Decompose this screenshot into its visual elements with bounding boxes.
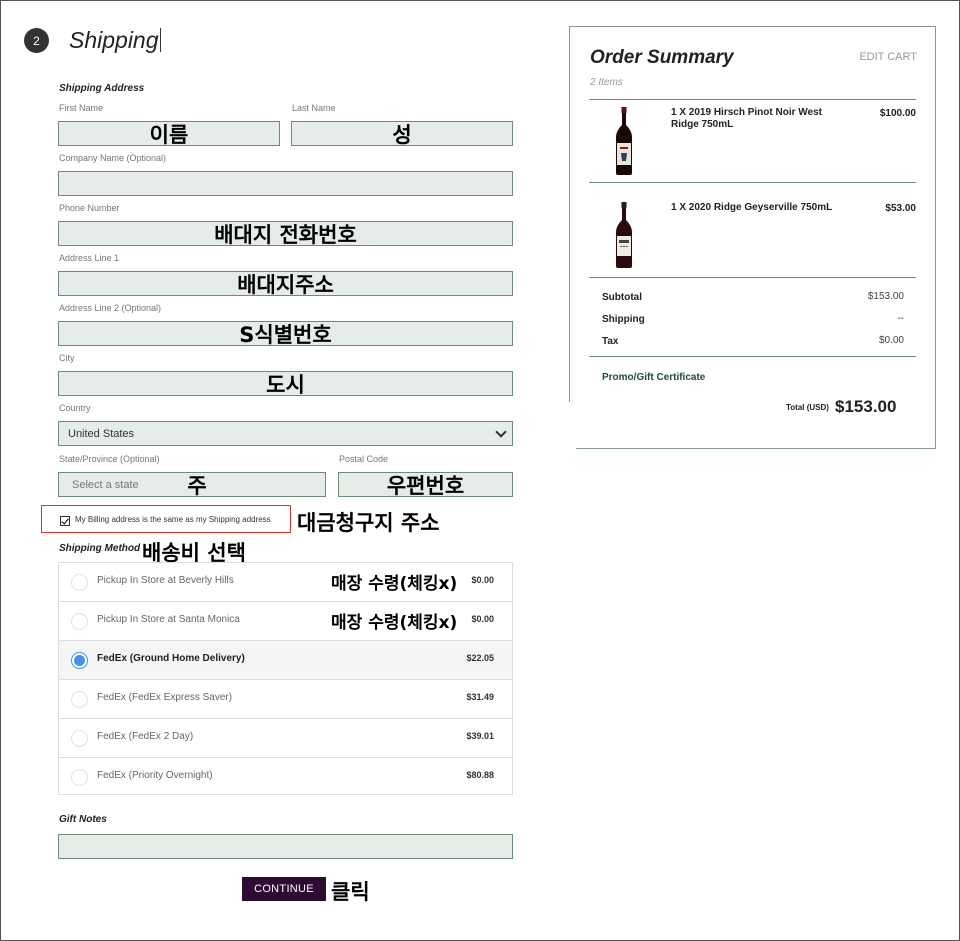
shipping-address-heading: Shipping Address — [59, 83, 145, 94]
radio-button[interactable] — [71, 769, 88, 786]
step-number-badge: 2 — [24, 28, 49, 53]
first-name-annotation: 이름 — [149, 122, 189, 147]
company-label: Company Name (Optional) — [59, 153, 167, 163]
billing-same-checkbox[interactable] — [60, 516, 70, 526]
phone-field[interactable]: 배대지 전화번호 — [58, 221, 513, 247]
postal-label: Postal Code — [339, 454, 389, 464]
shipping-option-annotation: 매장 수령(체킹x) — [331, 613, 458, 633]
address2-annotation: S식별번호 — [239, 322, 332, 347]
radio-button[interactable] — [71, 574, 88, 591]
last-name-field[interactable]: 성 — [291, 121, 513, 147]
panel-border-gap — [569, 402, 577, 452]
subtotal-value: $153.00 — [867, 291, 904, 302]
shipping-option-fedex-2-day[interactable]: FedEx (FedEx 2 Day) $39.01 — [59, 719, 512, 758]
tax-value: $0.00 — [878, 335, 904, 346]
address2-label: Address Line 2 (Optional) — [59, 303, 162, 313]
order-summary-panel: Order Summary EDIT CART 2 Items 1 X 2019… — [569, 26, 936, 452]
shipping-option-name: FedEx (Priority Overnight) — [97, 770, 213, 781]
tax-label: Tax — [602, 336, 619, 347]
shipping-value: -- — [897, 313, 904, 324]
postal-annotation: 우편번호 — [386, 473, 465, 498]
shipping-label: Shipping — [602, 314, 645, 325]
order-summary-title: Order Summary — [590, 47, 734, 68]
shipping-option-name: FedEx (Ground Home Delivery) — [97, 653, 245, 664]
shipping-option-fedex-priority[interactable]: FedEx (Priority Overnight) $80.88 — [59, 758, 512, 797]
shipping-option-price: $0.00 — [471, 614, 494, 624]
radio-button[interactable] — [71, 613, 88, 630]
edit-cart-link[interactable]: EDIT CART — [859, 51, 917, 63]
shipping-option-annotation: 매장 수령(체킹x) — [331, 574, 458, 594]
shipping-option-name: FedEx (FedEx Express Saver) — [97, 692, 233, 703]
shipping-option-price: $80.88 — [466, 770, 494, 780]
cart-item-name: 1 X 2020 Ridge Geyserville 750mL — [671, 202, 833, 213]
chevron-down-icon — [495, 426, 507, 438]
radio-button-selected[interactable] — [71, 652, 88, 669]
country-value: United States — [68, 427, 135, 440]
billing-same-label[interactable]: My Billing address is the same as my Shi… — [75, 515, 271, 524]
address1-field[interactable]: 배대지주소 — [58, 271, 513, 297]
subtotal-label: Subtotal — [602, 292, 642, 303]
phone-annotation: 배대지 전화번호 — [214, 222, 357, 247]
shipping-option-fedex-ground[interactable]: FedEx (Ground Home Delivery) $22.05 — [59, 641, 512, 680]
continue-annotation: 클릭 — [331, 880, 370, 904]
shipping-method-list: Pickup In Store at Beverly Hills 매장 수령(체… — [58, 562, 513, 795]
shipping-method-heading: Shipping Method — [59, 543, 141, 554]
page-title: Shipping — [69, 27, 159, 53]
divider — [589, 182, 916, 183]
continue-button[interactable]: CONTINUE — [242, 877, 326, 901]
first-name-field[interactable]: 이름 — [58, 121, 280, 147]
shipping-option-name: FedEx (FedEx 2 Day) — [97, 731, 194, 742]
divider — [589, 99, 916, 100]
city-label: City — [59, 353, 75, 363]
country-select[interactable]: United States — [58, 421, 513, 446]
billing-annotation: 대금청구지 주소 — [297, 511, 440, 535]
wine-bottle-image — [616, 202, 632, 268]
cart-item-price: $100.00 — [879, 108, 916, 119]
last-name-annotation: 성 — [392, 122, 412, 147]
address1-label: Address Line 1 — [59, 253, 120, 263]
country-label: Country — [59, 403, 91, 413]
cart-item-name: 1 X 2019 Hirsch Pinot Noir West Ridge 75… — [671, 107, 822, 130]
shipping-option-fedex-express-saver[interactable]: FedEx (FedEx Express Saver) $31.49 — [59, 680, 512, 719]
total-value: $153.00 — [835, 397, 897, 416]
items-count: 2 Items — [590, 77, 623, 88]
promo-gift-certificate-link[interactable]: Promo/Gift Certificate — [602, 372, 705, 383]
shipping-option-name: Pickup In Store at Santa Monica — [97, 614, 240, 625]
shipping-option-price: $39.01 — [466, 731, 494, 741]
shipping-option-price: $0.00 — [471, 575, 494, 585]
phone-label: Phone Number — [59, 203, 120, 213]
billing-highlight-box: My Billing address is the same as my Shi… — [41, 505, 291, 533]
state-label: State/Province (Optional) — [59, 454, 160, 464]
shipping-option-name: Pickup In Store at Beverly Hills — [97, 575, 234, 586]
first-name-label: First Name — [59, 103, 104, 113]
divider — [589, 277, 916, 278]
postal-field[interactable]: 우편번호 — [338, 472, 513, 498]
total-label: Total (USD) — [786, 403, 829, 412]
summary-bottom-line — [576, 448, 936, 449]
shipping-option-beverly-hills[interactable]: Pickup In Store at Beverly Hills 매장 수령(체… — [59, 563, 512, 602]
gift-notes-heading: Gift Notes — [59, 814, 107, 825]
shipping-option-price: $22.05 — [466, 653, 494, 663]
address2-field[interactable]: S식별번호 — [58, 321, 513, 347]
state-annotation: 주 — [187, 473, 207, 498]
company-field[interactable] — [58, 171, 513, 196]
shipping-option-price: $31.49 — [466, 692, 494, 702]
state-select[interactable]: Select a state 주 — [58, 472, 326, 498]
city-annotation: 도시 — [266, 372, 305, 397]
address1-annotation: 배대지주소 — [237, 272, 334, 297]
shipping-option-santa-monica[interactable]: Pickup In Store at Santa Monica 매장 수령(체킹… — [59, 602, 512, 641]
radio-button[interactable] — [71, 730, 88, 747]
city-field[interactable]: 도시 — [58, 371, 513, 397]
wine-bottle-image — [616, 107, 632, 175]
last-name-label: Last Name — [292, 103, 336, 113]
cart-item-price: $53.00 — [885, 203, 916, 214]
divider — [589, 356, 916, 357]
radio-button[interactable] — [71, 691, 88, 708]
gift-notes-field[interactable] — [58, 834, 513, 859]
